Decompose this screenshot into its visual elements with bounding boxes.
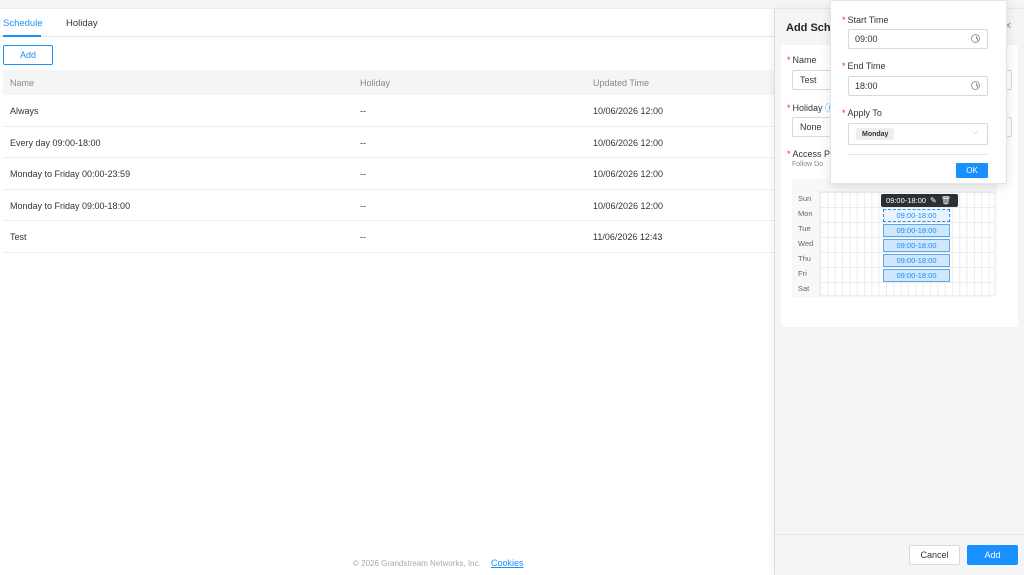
start-time-value: 09:00 [855, 34, 878, 44]
end-time-value: 18:00 [855, 81, 878, 91]
cell-holiday: -- [360, 232, 366, 242]
day-label: Tue [798, 224, 811, 233]
cancel-button[interactable]: Cancel [909, 545, 960, 565]
cell-name: Monday to Friday 00:00-23:59 [10, 169, 131, 179]
cell-holiday: -- [360, 169, 366, 179]
page-footer: © 2026 Grandstream Networks, Inc. Cookie… [353, 558, 523, 568]
end-time-label: * End Time [842, 61, 886, 71]
time-edit-popover: * Start Time 09:00 * End Time 18:00 * Apply… [830, 0, 1007, 184]
cell-updated: 10/06/2026 12:00 [593, 200, 664, 211]
day-label: Wed [798, 239, 814, 248]
cell-name: Test [10, 232, 27, 242]
table-row[interactable]: Always -- 10/06/2026 12:00 [3, 95, 775, 127]
time-slot-mon[interactable]: 09:00-18:00 [883, 209, 950, 222]
apply-to-select[interactable]: Monday ⌵ [848, 123, 988, 145]
time-slot-fri[interactable]: 09:00-18:00 [883, 269, 950, 282]
chevron-down-icon: ⌵ [971, 127, 978, 136]
clock-icon [971, 81, 980, 90]
table-row[interactable]: Monday to Friday 00:00-23:59 -- 10/06/20… [3, 158, 775, 190]
tooltip-text: 09:00-18:00 [886, 196, 927, 205]
day-tag[interactable]: Monday [856, 128, 895, 140]
tab-bar: Schedule Holiday [0, 10, 775, 37]
table-header: Name Holiday Updated Time [3, 70, 775, 95]
edit-icon[interactable]: ✎ [930, 196, 937, 205]
start-time-label: * Start Time [842, 15, 889, 25]
day-label: Mon [798, 209, 813, 218]
cell-name: Every day 09:00-18:00 [10, 137, 101, 148]
column-header-updated: Updated Time [593, 78, 650, 88]
copyright-text: © 2026 Grandstream Networks, Inc. [353, 559, 481, 568]
drawer-footer-divider [775, 534, 1024, 535]
tab-schedule[interactable]: Schedule [3, 18, 43, 29]
cell-updated: 10/06/2026 12:00 [593, 169, 664, 179]
start-time-input[interactable]: 09:00 [848, 29, 988, 49]
trash-icon[interactable]: 🗑 [941, 196, 951, 205]
cell-updated: 11/06/2026 12:43 [593, 232, 663, 242]
cell-updated: 10/06/2026 12:00 [593, 106, 664, 116]
active-tab-indicator [3, 35, 41, 37]
table-row[interactable]: Test -- 11/06/2026 12:43 [3, 221, 775, 253]
name-label: * Name [787, 55, 817, 65]
cell-updated: 10/06/2026 12:00 [593, 137, 664, 148]
access-period-label: * Access P [787, 149, 831, 159]
time-slot-wed[interactable]: 09:00-18:00 [883, 239, 950, 252]
time-slot-thu[interactable]: 09:00-18:00 [883, 254, 950, 267]
follow-label: Follow Do [792, 161, 824, 168]
day-label: Sun [798, 194, 812, 203]
day-label: Thu [798, 254, 811, 263]
clock-icon [971, 34, 980, 43]
column-header-name: Name [10, 78, 35, 88]
table-row[interactable]: Monday to Friday 09:00-18:00 -- 10/06/20… [3, 190, 775, 221]
schedule-table: Name Holiday Updated Time Always -- 10/0… [3, 70, 775, 253]
slot-tooltip: 09:00-18:00 ✎ 🗑 [881, 194, 958, 207]
cell-holiday: -- [360, 137, 366, 148]
time-slot-tue[interactable]: 09:00-18:00 [883, 224, 950, 237]
apply-to-label: * Apply To [842, 108, 882, 118]
holiday-label: *Holiday ⓘ [787, 101, 834, 114]
add-schedule-button[interactable]: Add [3, 45, 53, 65]
table-row[interactable]: Every day 09:00-18:00 -- 10/06/2026 12:0… [3, 127, 775, 158]
tab-holiday[interactable]: Holiday [66, 18, 98, 29]
cell-holiday: -- [360, 200, 366, 211]
popover-divider [848, 154, 988, 155]
submit-add-button[interactable]: Add [967, 545, 1018, 565]
cell-name: Always [10, 106, 39, 116]
cookies-link[interactable]: Cookies [491, 558, 524, 568]
cell-name: Monday to Friday 09:00-18:00 [10, 200, 131, 211]
end-time-input[interactable]: 18:00 [848, 76, 988, 96]
column-header-holiday: Holiday [360, 78, 391, 88]
ok-button[interactable]: OK [956, 163, 988, 178]
day-label: Fri [798, 269, 807, 278]
day-label: Sat [798, 284, 810, 293]
cell-holiday: -- [360, 106, 366, 116]
